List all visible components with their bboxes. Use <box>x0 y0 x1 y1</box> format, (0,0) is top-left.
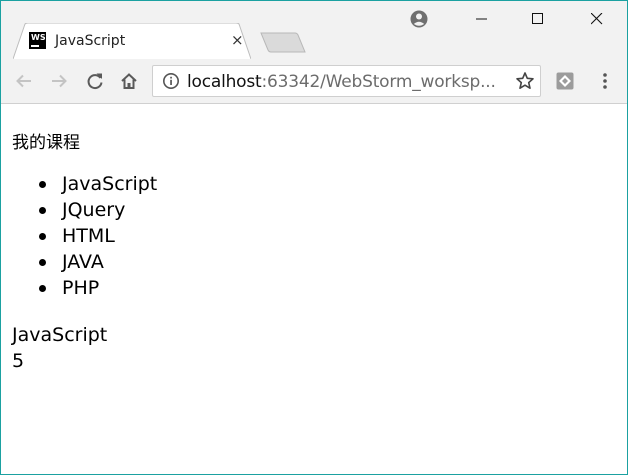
list-item: JavaScript <box>37 171 157 197</box>
address-bar[interactable]: localhost:63342/WebStorm_worksp... <box>152 65 541 97</box>
menu-icon <box>603 73 607 89</box>
extension-icon <box>556 72 574 90</box>
url-path: :63342/WebStorm_worksp... <box>261 72 496 92</box>
list-item: JQuery <box>37 197 157 223</box>
maximize-icon <box>532 13 543 24</box>
menu-button[interactable] <box>593 69 617 93</box>
home-button[interactable] <box>117 69 141 93</box>
star-icon[interactable] <box>515 71 535 91</box>
tab-close-icon[interactable]: × <box>231 32 244 48</box>
url-text[interactable]: localhost:63342/WebStorm_worksp... <box>187 72 496 92</box>
close-icon <box>591 13 603 25</box>
course-list: JavaScript JQuery HTML JAVA PHP <box>37 171 157 301</box>
list-item: PHP <box>37 275 157 301</box>
extension-button[interactable] <box>553 69 577 93</box>
account-icon[interactable] <box>409 9 429 29</box>
browser-window: WS JavaScript × localhost:63342/WebStorm… <box>0 0 628 475</box>
webstorm-icon: WS <box>29 32 46 49</box>
reload-icon <box>87 73 103 90</box>
tab-shape <box>13 23 251 59</box>
minimize-icon <box>476 18 487 20</box>
url-host: localhost <box>187 72 262 92</box>
reload-button[interactable] <box>83 69 107 93</box>
home-icon <box>121 73 137 89</box>
title-bar: WS JavaScript × <box>1 1 627 59</box>
output-count: 5 <box>12 350 25 372</box>
list-item: JAVA <box>37 249 157 275</box>
list-item: HTML <box>37 223 157 249</box>
close-button[interactable] <box>574 5 620 33</box>
tab-javascript[interactable]: WS JavaScript × <box>13 23 251 59</box>
forward-icon <box>52 74 67 88</box>
info-icon[interactable] <box>162 72 180 90</box>
maximize-button[interactable] <box>515 5 561 33</box>
page-heading: 我的课程 <box>12 133 80 153</box>
back-button[interactable] <box>12 69 36 93</box>
forward-button[interactable] <box>47 69 71 93</box>
back-icon <box>16 74 31 88</box>
tab-title: JavaScript <box>55 33 126 49</box>
output-text: JavaScript <box>12 324 108 346</box>
minimize-button[interactable] <box>459 5 505 33</box>
page-content: 我的课程 JavaScript JQuery HTML JAVA PHP Jav… <box>1 104 627 474</box>
new-tab-button[interactable] <box>259 32 307 54</box>
toolbar: localhost:63342/WebStorm_worksp... <box>1 59 627 104</box>
